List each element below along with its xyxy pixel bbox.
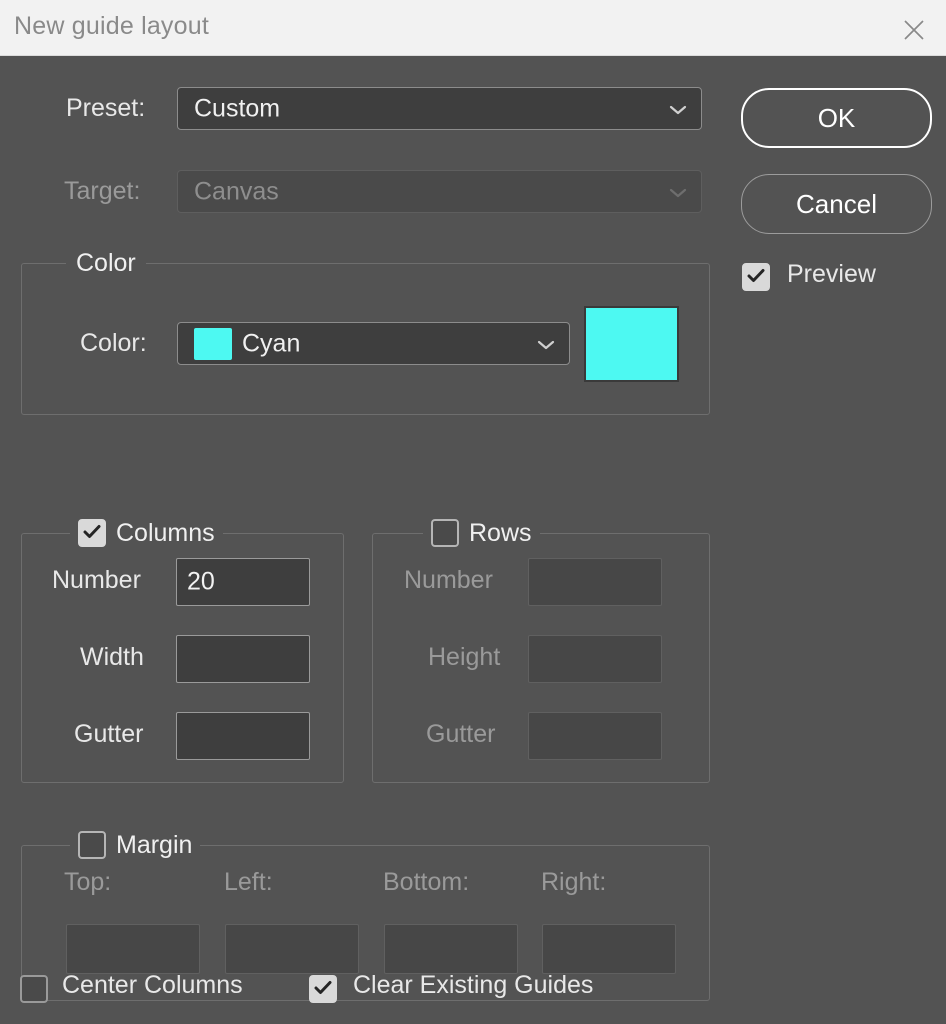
columns-gutter-input[interactable] (176, 712, 310, 760)
margin-group-header: Margin (70, 829, 201, 861)
rows-gutter-label: Gutter (426, 720, 496, 748)
clear-existing-guides-label: Clear Existing Guides (353, 971, 594, 999)
preview-label: Preview (787, 260, 876, 288)
cancel-button[interactable]: Cancel (741, 174, 932, 234)
margin-group-legend: Margin (116, 830, 193, 859)
margin-right-input (542, 924, 676, 974)
dialog-titlebar: New guide layout (0, 0, 946, 56)
chevron-down-icon (669, 103, 687, 115)
margin-bottom-label: Bottom: (383, 868, 470, 896)
columns-width-input[interactable] (176, 635, 310, 683)
target-value: Canvas (194, 177, 279, 205)
columns-width-label: Width (80, 643, 144, 671)
color-preview-swatch[interactable] (584, 306, 679, 382)
margin-top-input (66, 924, 200, 974)
clear-existing-guides-checkbox[interactable] (309, 975, 337, 1003)
color-group-legend: Color (66, 248, 146, 278)
columns-gutter-label: Gutter (74, 720, 144, 748)
preset-select[interactable]: Custom (177, 87, 702, 130)
center-columns-checkbox[interactable] (20, 975, 48, 1003)
rows-group-legend: Rows (469, 518, 532, 547)
preset-label: Preset: (66, 94, 146, 122)
color-value: Cyan (242, 329, 301, 357)
close-icon[interactable] (894, 10, 934, 48)
dialog-title: New guide layout (14, 12, 209, 40)
columns-group-header: Columns (70, 517, 223, 549)
rows-number-label: Number (404, 566, 493, 594)
preset-value: Custom (194, 94, 281, 122)
rows-height-label: Height (428, 643, 501, 671)
columns-number-label: Number (52, 566, 141, 594)
dialog-body: Preset: Custom Target: Canvas OK Cancel … (0, 56, 946, 1024)
rows-group-header: Rows (423, 517, 540, 549)
margin-left-label: Left: (224, 868, 273, 896)
chevron-down-icon (537, 338, 555, 350)
center-columns-label: Center Columns (62, 971, 243, 999)
margin-bottom-input (384, 924, 518, 974)
color-select[interactable]: Cyan (177, 322, 570, 365)
ok-button[interactable]: OK (741, 88, 932, 148)
columns-checkbox[interactable] (78, 519, 106, 547)
margin-left-input (225, 924, 359, 974)
chevron-down-icon (669, 186, 687, 198)
columns-number-value: 20 (187, 567, 215, 596)
margin-checkbox[interactable] (78, 831, 106, 859)
rows-height-input (528, 635, 662, 683)
color-swatch-small (194, 327, 232, 360)
columns-number-input[interactable]: 20 (176, 558, 310, 606)
preview-checkbox[interactable] (742, 263, 770, 291)
rows-checkbox[interactable] (431, 519, 459, 547)
rows-number-input (528, 558, 662, 606)
color-field-label: Color: (80, 329, 147, 357)
margin-right-label: Right: (541, 868, 607, 896)
target-select: Canvas (177, 170, 702, 213)
target-label: Target: (64, 177, 141, 205)
columns-group-legend: Columns (116, 518, 215, 547)
margin-top-label: Top: (64, 868, 112, 896)
rows-gutter-input (528, 712, 662, 760)
